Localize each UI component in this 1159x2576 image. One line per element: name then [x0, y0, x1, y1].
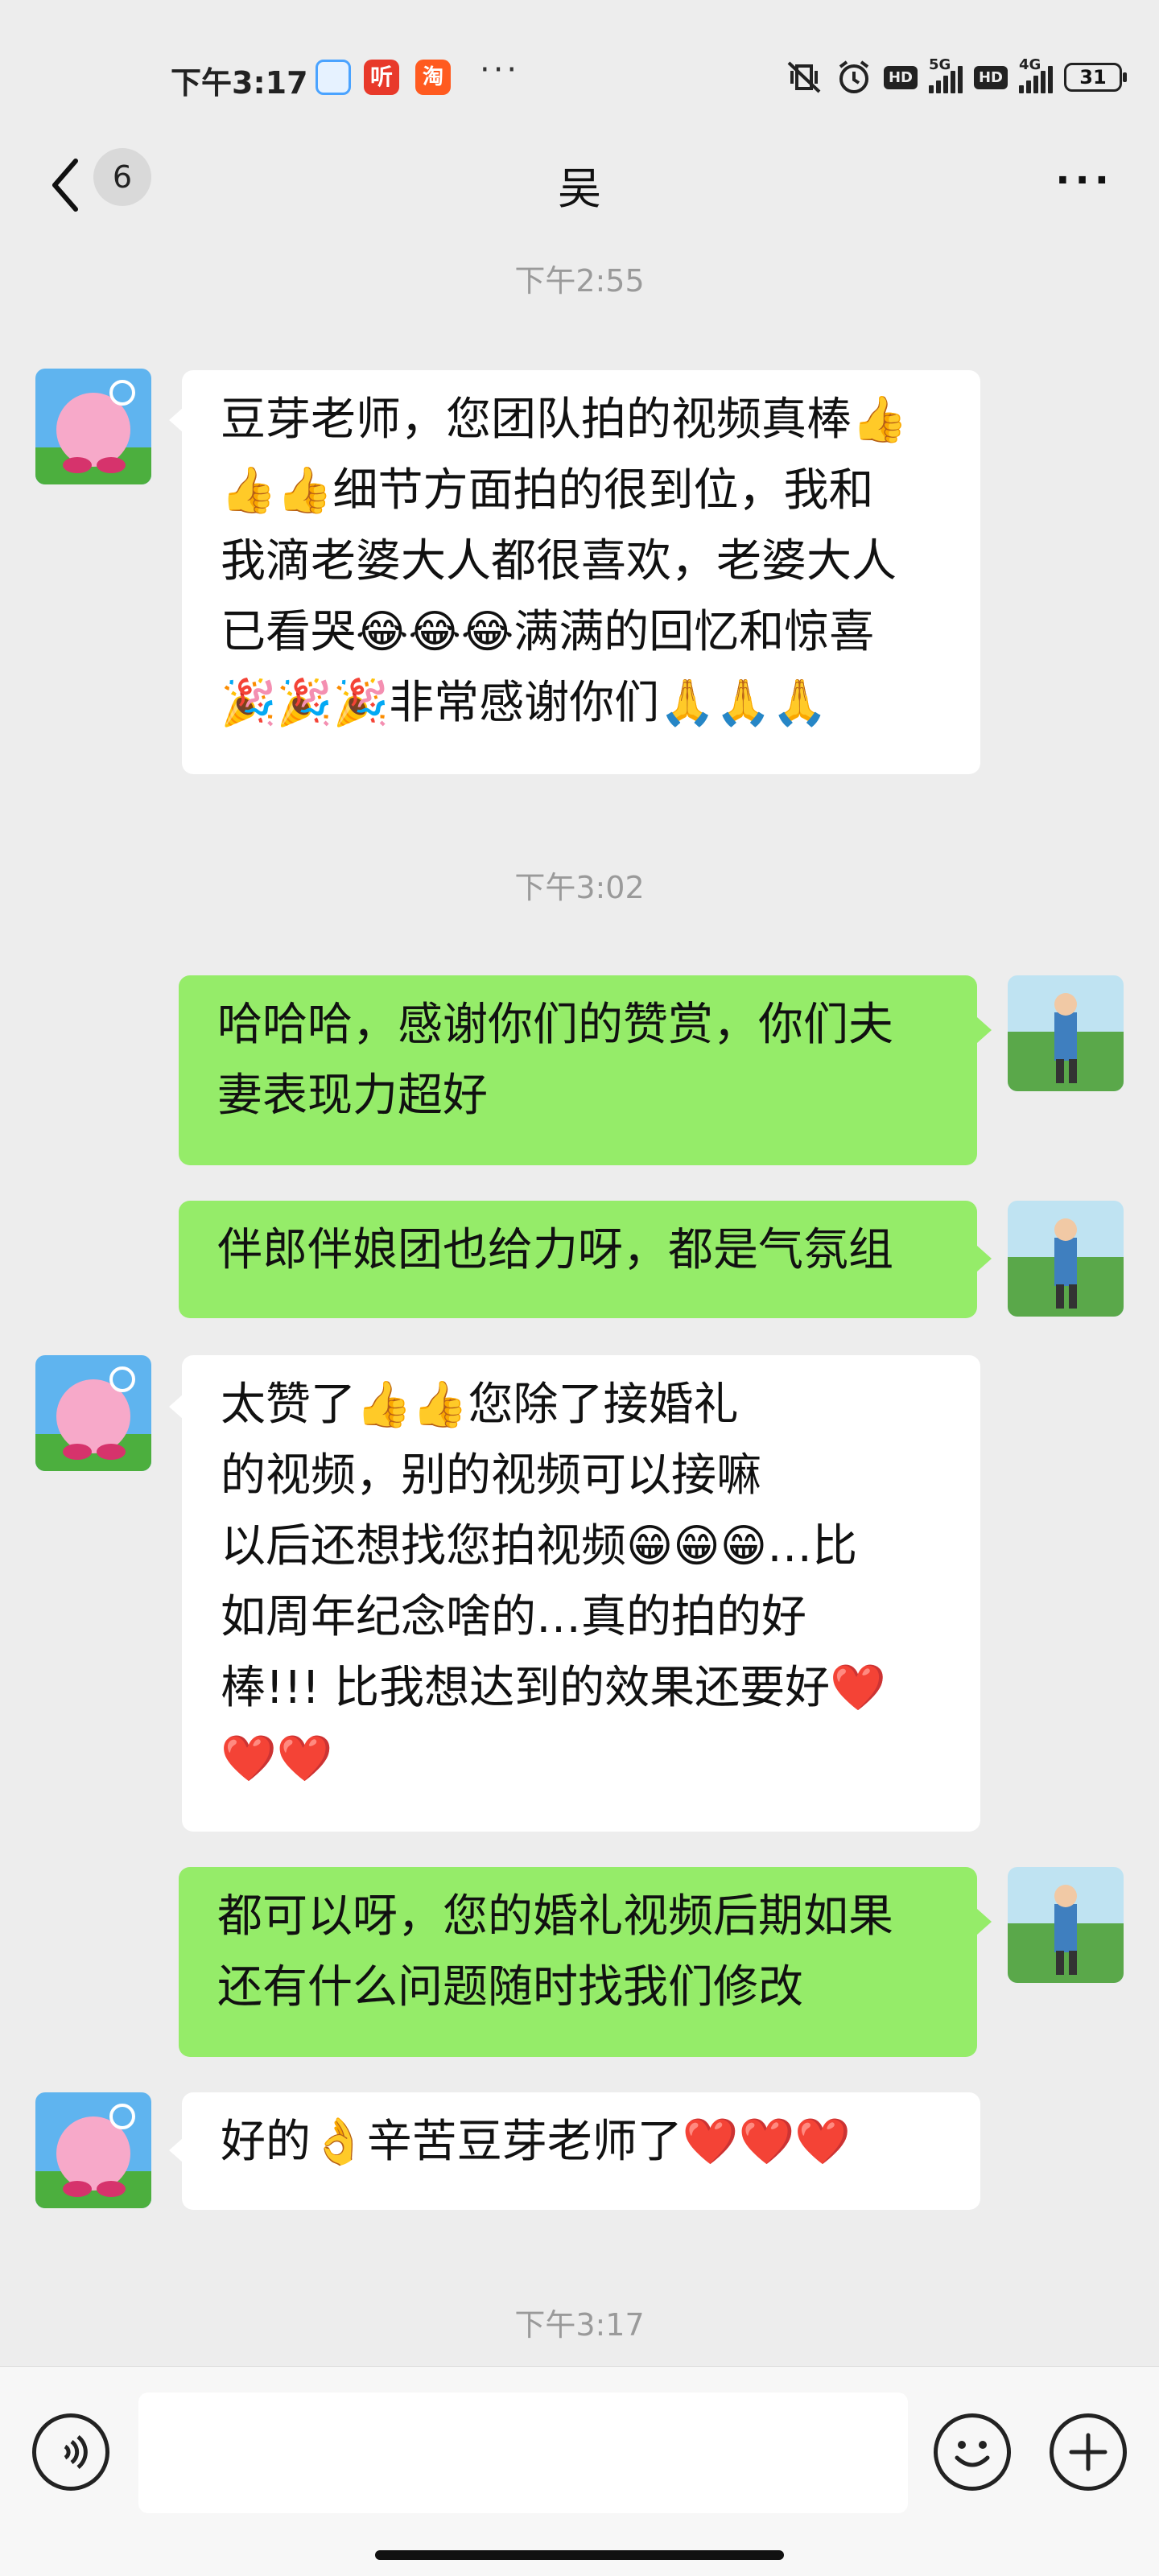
notification-app-icon [316, 60, 351, 95]
message-bubble-outgoing[interactable]: 都可以呀，您的婚礼视频后期如果 还有什么问题随时找我们修改 [179, 1867, 977, 2057]
chat-title: 吴 [558, 163, 601, 214]
message-bubble-outgoing[interactable]: 伴郎伴娘团也给力呀，都是气氛组 [179, 1201, 977, 1318]
timestamp: 下午3:17 [514, 2307, 645, 2343]
shopping-app-icon: 淘 [415, 60, 451, 95]
message-bubble-incoming[interactable]: 太赞了👍👍您除了接婚礼 的视频，别的视频可以接嘛 以后还想找您拍视频😁😁😁…比 … [182, 1355, 980, 1832]
message-bubble-incoming[interactable]: 好的👌辛苦豆芽老师了❤️❤️❤️ [182, 2092, 980, 2210]
contact-avatar[interactable] [35, 1355, 151, 1471]
status-bar: 下午3:17 听 淘 ··· HD 5G HD 4G 31 [0, 0, 1159, 161]
hd-icon-2: HD [973, 65, 1008, 89]
message-line: 以后还想找您拍视频😁😁😁…比 [221, 1520, 858, 1572]
contact-avatar[interactable] [35, 369, 151, 484]
voice-icon[interactable] [32, 2413, 109, 2491]
message-line: 的视频，别的视频可以接嘛 [221, 1449, 761, 1502]
message-line: 🎉🎉🎉非常感谢你们🙏🙏🙏 [221, 677, 828, 729]
status-time: 下午3:17 [171, 65, 308, 101]
message-bubble-outgoing[interactable]: 哈哈哈，感谢你们的赞赏，你们夫 妻表现力超好 [179, 975, 977, 1165]
message-line: 豆芽老师，您团队拍的视频真棒👍 [221, 394, 908, 446]
message-line: 哈哈哈，感谢你们的赞赏，你们夫 [217, 999, 893, 1051]
home-indicator[interactable] [375, 2550, 784, 2560]
contact-avatar[interactable] [35, 2092, 151, 2208]
bubble-tail [977, 1246, 992, 1272]
my-avatar[interactable] [1008, 975, 1124, 1091]
message-line: 妻表现力超好 [217, 1070, 488, 1122]
battery-icon: 31 [1064, 63, 1127, 92]
timestamp: 下午2:55 [514, 263, 645, 299]
message-line: 已看哭😂😂😂满满的回忆和惊喜 [221, 606, 875, 658]
message-line: ❤️❤️ [221, 1733, 333, 1785]
message-line: 好的👌辛苦豆芽老师了❤️❤️❤️ [221, 2116, 851, 2168]
alarm-icon [839, 60, 869, 93]
message-line: 太赞了👍👍您除了接婚礼 [221, 1379, 739, 1431]
message-input[interactable] [138, 2393, 908, 2513]
status-indicators: HD 5G HD 4G 31 [784, 56, 1127, 97]
more-notifications-icon: ··· [480, 52, 521, 89]
input-bar [0, 2366, 1159, 2576]
hd-icon: HD [883, 65, 918, 89]
my-avatar[interactable] [1008, 1201, 1124, 1317]
more-options-icon[interactable]: ··· [1055, 158, 1114, 203]
mute-vibrate-icon [787, 61, 821, 93]
listen-app-icon: 听 [364, 60, 399, 95]
message-bubble-incoming[interactable]: 豆芽老师，您团队拍的视频真棒👍 👍👍细节方面拍的很到位，我和 我滴老婆大人都很喜… [182, 370, 980, 774]
message-line: 伴郎伴娘团也给力呀，都是气氛组 [217, 1224, 893, 1276]
message-line: 如周年纪念啥的…真的拍的好 [221, 1591, 806, 1643]
signal-5g-icon: 5G [928, 56, 963, 93]
message-line: 👍👍细节方面拍的很到位，我和 [221, 464, 874, 517]
message-line: 都可以呀，您的婚礼视频后期如果 [217, 1890, 893, 1943]
timestamp: 下午3:02 [514, 870, 645, 905]
message-line: 还有什么问题随时找我们修改 [217, 1961, 803, 2013]
bubble-tail [977, 1017, 992, 1043]
signal-4g-icon: 4G [1019, 56, 1053, 93]
plus-icon[interactable] [1050, 2413, 1127, 2491]
message-line: 棒!!! 比我想达到的效果还要好❤️ [221, 1662, 886, 1714]
emoji-icon[interactable] [934, 2413, 1011, 2491]
message-line: 我滴老婆大人都很喜欢，老婆大人 [221, 535, 897, 587]
my-avatar[interactable] [1008, 1867, 1124, 1983]
bubble-tail [977, 1909, 992, 1935]
